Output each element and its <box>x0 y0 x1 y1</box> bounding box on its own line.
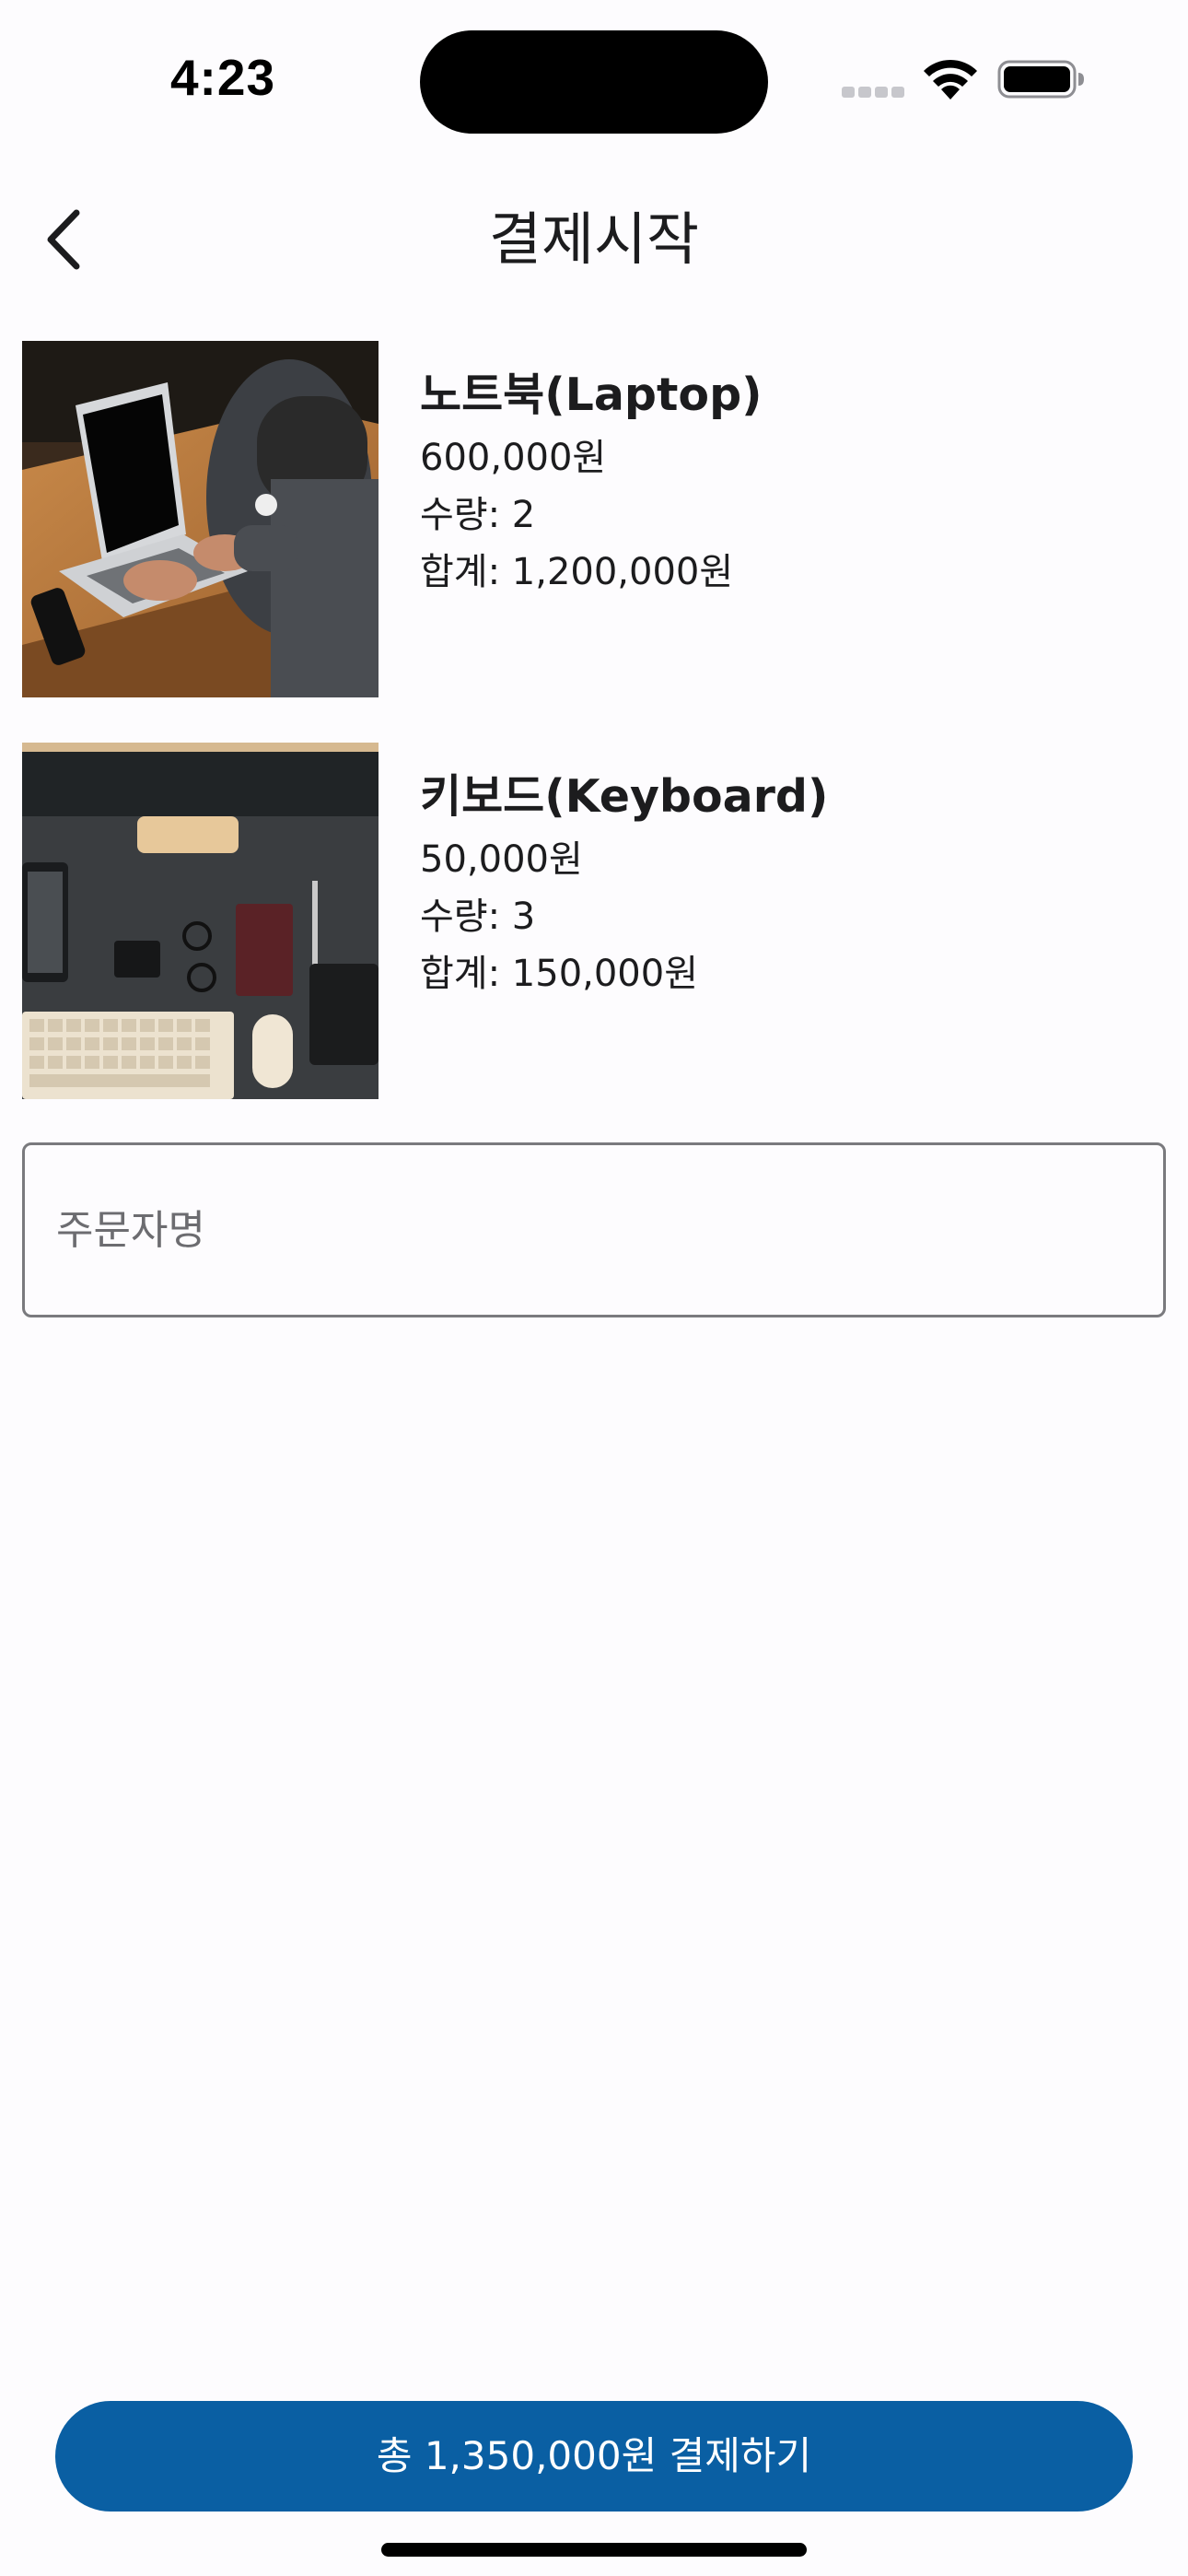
navigation-bar: 결제시작 <box>0 175 1188 304</box>
page-title: 결제시작 <box>488 205 700 273</box>
chevron-left-icon <box>47 209 80 270</box>
product-quantity: 수량: 2 <box>420 494 536 536</box>
wifi-icon <box>924 59 977 100</box>
status-time: 4:23 <box>169 49 276 106</box>
laptop-photo <box>22 341 379 697</box>
product-info: 키보드(Keyboard) 50,000원 수량: 3 합계: 150,000원 <box>420 767 1157 1002</box>
product-subtotal: 합계: 1,200,000원 <box>420 551 734 593</box>
product-price: 50,000원 <box>420 838 583 881</box>
status-bar: 4:23 <box>0 0 1188 157</box>
product-list: 노트북(Laptop) 600,000원 수량: 2 합계: 1,200,000… <box>22 341 1166 1144</box>
product-item-laptop: 노트북(Laptop) 600,000원 수량: 2 합계: 1,200,000… <box>22 341 1166 697</box>
product-quantity: 수량: 3 <box>420 896 536 938</box>
back-button[interactable] <box>28 203 101 276</box>
orderer-name-input[interactable] <box>56 1145 1124 1315</box>
pay-button[interactable]: 총 1,350,000원 결제하기 <box>55 2401 1133 2512</box>
product-item-keyboard: 키보드(Keyboard) 50,000원 수량: 3 합계: 150,000원 <box>22 743 1166 1099</box>
keyboard-photo <box>22 743 379 1099</box>
product-name: 노트북(Laptop) <box>420 369 763 421</box>
product-name: 키보드(Keyboard) <box>420 770 829 823</box>
product-subtotal: 합계: 150,000원 <box>420 953 699 995</box>
product-info: 노트북(Laptop) 600,000원 수량: 2 합계: 1,200,000… <box>420 365 1157 601</box>
home-indicator <box>381 2543 807 2557</box>
product-price: 600,000원 <box>420 437 607 479</box>
orderer-name-field[interactable] <box>22 1142 1166 1317</box>
dynamic-island <box>420 30 768 134</box>
battery-icon <box>997 60 1084 99</box>
cellular-signal-icon <box>842 87 906 100</box>
